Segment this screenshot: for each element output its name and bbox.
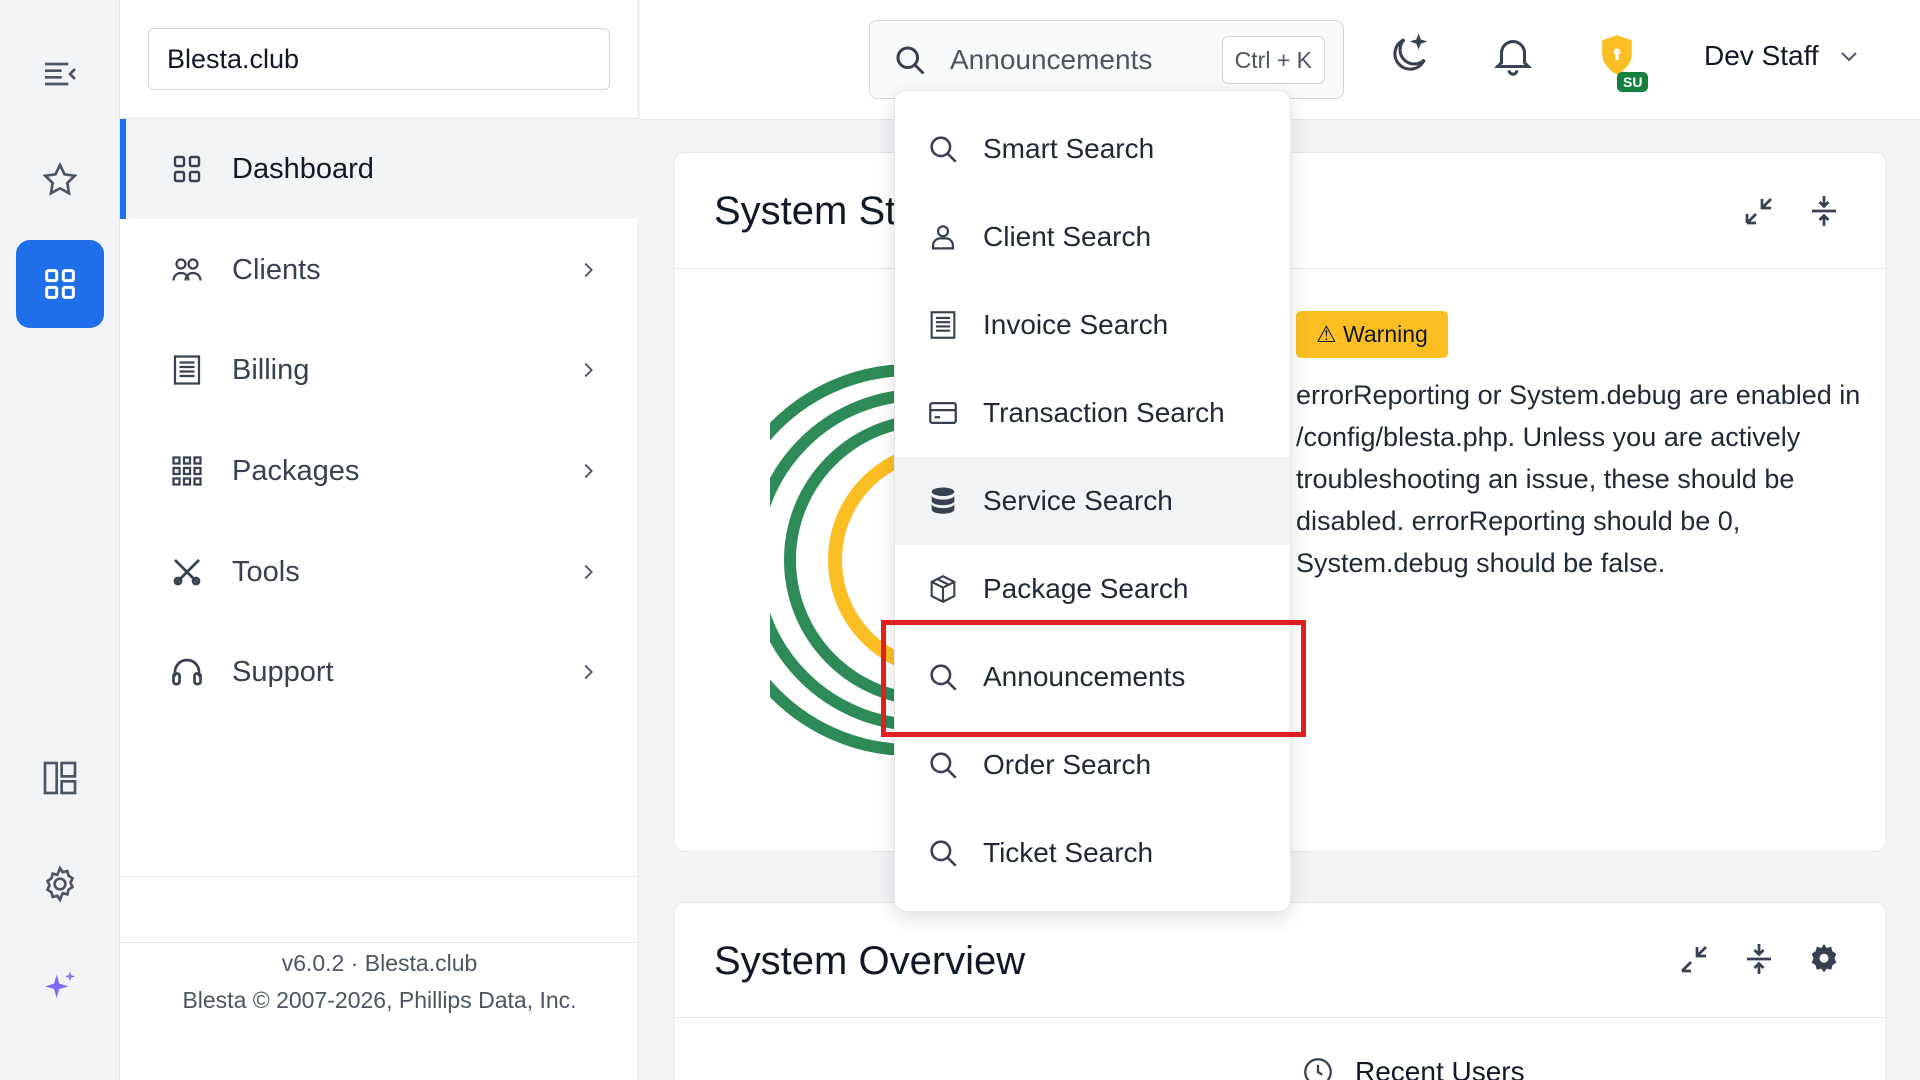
sidebar-item-tools[interactable]: Tools [120, 522, 639, 622]
moon-icon[interactable] [1386, 32, 1432, 78]
search-icon [925, 747, 961, 783]
gear-icon[interactable] [1806, 941, 1842, 977]
search-icon [925, 835, 961, 871]
dropdown-item-label: Client Search [983, 221, 1152, 252]
user-menu[interactable]: Dev Staff [1704, 40, 1861, 72]
sidebar-item-label: Tools [232, 555, 300, 588]
dropdown-item-label: Invoice Search [983, 309, 1169, 340]
clock-icon [1304, 1058, 1332, 1080]
sidebar-divider [120, 942, 638, 943]
menu-collapse-icon[interactable] [16, 30, 104, 118]
dropdown-item-label: Ticket Search [983, 837, 1154, 868]
dropdown-item-label: Service Search [983, 485, 1173, 516]
sidebar-item-label: Packages [232, 454, 360, 487]
dropdown-item-client-search[interactable]: Client Search [895, 193, 1290, 281]
chevron-right-icon [584, 564, 593, 580]
shortcut-hint: Ctrl + K [1221, 36, 1325, 84]
search-icon [896, 46, 925, 75]
dropdown-item-ticket-search[interactable]: Ticket Search [895, 809, 1290, 897]
dropdown-item-transaction-search[interactable]: Transaction Search [895, 369, 1290, 457]
layout-icon[interactable] [16, 734, 104, 822]
sidebar-item-label: Billing [232, 353, 310, 386]
users-icon [168, 251, 206, 289]
sidebar-footer: v6.0.2 · Blesta.club Blesta © 2007-2026,… [120, 945, 639, 1019]
sidebar-item-support[interactable]: Support [120, 622, 639, 722]
card-title: System Overview [714, 939, 1026, 983]
dropdown-item-label: Order Search [983, 749, 1152, 780]
sidebar-item-label: Dashboard [232, 152, 374, 185]
card-icon [925, 395, 961, 431]
su-badge: SU [1617, 72, 1649, 92]
star-icon[interactable] [16, 136, 104, 224]
dropdown-item-label: Transaction Search [983, 397, 1225, 428]
dropdown-item-label: Package Search [983, 573, 1189, 604]
warning-badge: ⚠ Warning [1296, 311, 1448, 358]
card-header: System Overview [674, 903, 1886, 1018]
chevron-down-icon [1840, 52, 1857, 62]
chevron-right-icon [584, 463, 593, 479]
grid-icon[interactable] [16, 240, 104, 328]
site-name-field[interactable]: Blesta.club [148, 28, 610, 90]
tools-icon [168, 553, 206, 591]
recent-users-heading: Recent Users [1301, 1055, 1525, 1080]
sidebar-item-label: Clients [232, 253, 321, 286]
sidebar-item-billing[interactable]: Billing [120, 320, 639, 420]
search-bar[interactable]: Announcements Ctrl + K [869, 20, 1344, 99]
highlight-box [881, 620, 1306, 737]
dropdown-item-smart-search[interactable]: Smart Search [895, 105, 1290, 193]
sidebar-item-packages[interactable]: Packages [120, 421, 639, 521]
user-name: Dev Staff [1704, 40, 1819, 71]
collapse-icon[interactable] [1806, 193, 1842, 229]
minimize-icon[interactable] [1676, 941, 1712, 977]
sidebar-item-label: Support [232, 655, 334, 688]
chevron-right-icon [584, 664, 593, 680]
search-dropdown: Smart Search Client Search Invoice Searc… [894, 90, 1291, 912]
sidebar-divider [120, 876, 638, 877]
chevron-right-icon [584, 262, 593, 278]
copyright-text: Blesta © 2007-2026, Phillips Data, Inc. [182, 987, 577, 1013]
gear-icon[interactable] [16, 840, 104, 928]
dropdown-item-service-search[interactable]: Service Search [895, 457, 1290, 545]
search-input[interactable]: Announcements [950, 44, 1152, 76]
sidebar-item-clients[interactable]: Clients [120, 220, 639, 320]
bell-icon[interactable] [1490, 32, 1536, 78]
chevron-right-icon [584, 362, 593, 378]
version-text: v6.0.2 · Blesta.club [281, 950, 478, 976]
sidebar-item-dashboard[interactable]: Dashboard [120, 119, 639, 219]
grid-icon [168, 150, 206, 188]
warning-message: errorReporting or System.debug are enabl… [1296, 380, 1861, 578]
invoice-icon [925, 307, 961, 343]
system-overview-card: System Overview [673, 902, 1887, 1080]
collapse-icon[interactable] [1741, 941, 1777, 977]
invoice-icon [168, 351, 206, 389]
dropdown-item-label: Smart Search [983, 133, 1155, 164]
sidebar: Blesta.club Dashboard Clients Billing Pa… [120, 0, 639, 1080]
dropdown-item-invoice-search[interactable]: Invoice Search [895, 281, 1290, 369]
user-icon [925, 219, 961, 255]
minimize-icon[interactable] [1741, 193, 1777, 229]
headset-icon [168, 653, 206, 691]
database-icon [925, 483, 961, 519]
box-icon [925, 571, 961, 607]
recent-users-label: Recent Users [1355, 1056, 1525, 1080]
card-title: System St [714, 189, 897, 233]
sparkle-icon[interactable] [16, 944, 104, 1032]
search-icon [925, 131, 961, 167]
icon-rail [0, 0, 120, 1080]
dots-grid-icon [168, 452, 206, 490]
